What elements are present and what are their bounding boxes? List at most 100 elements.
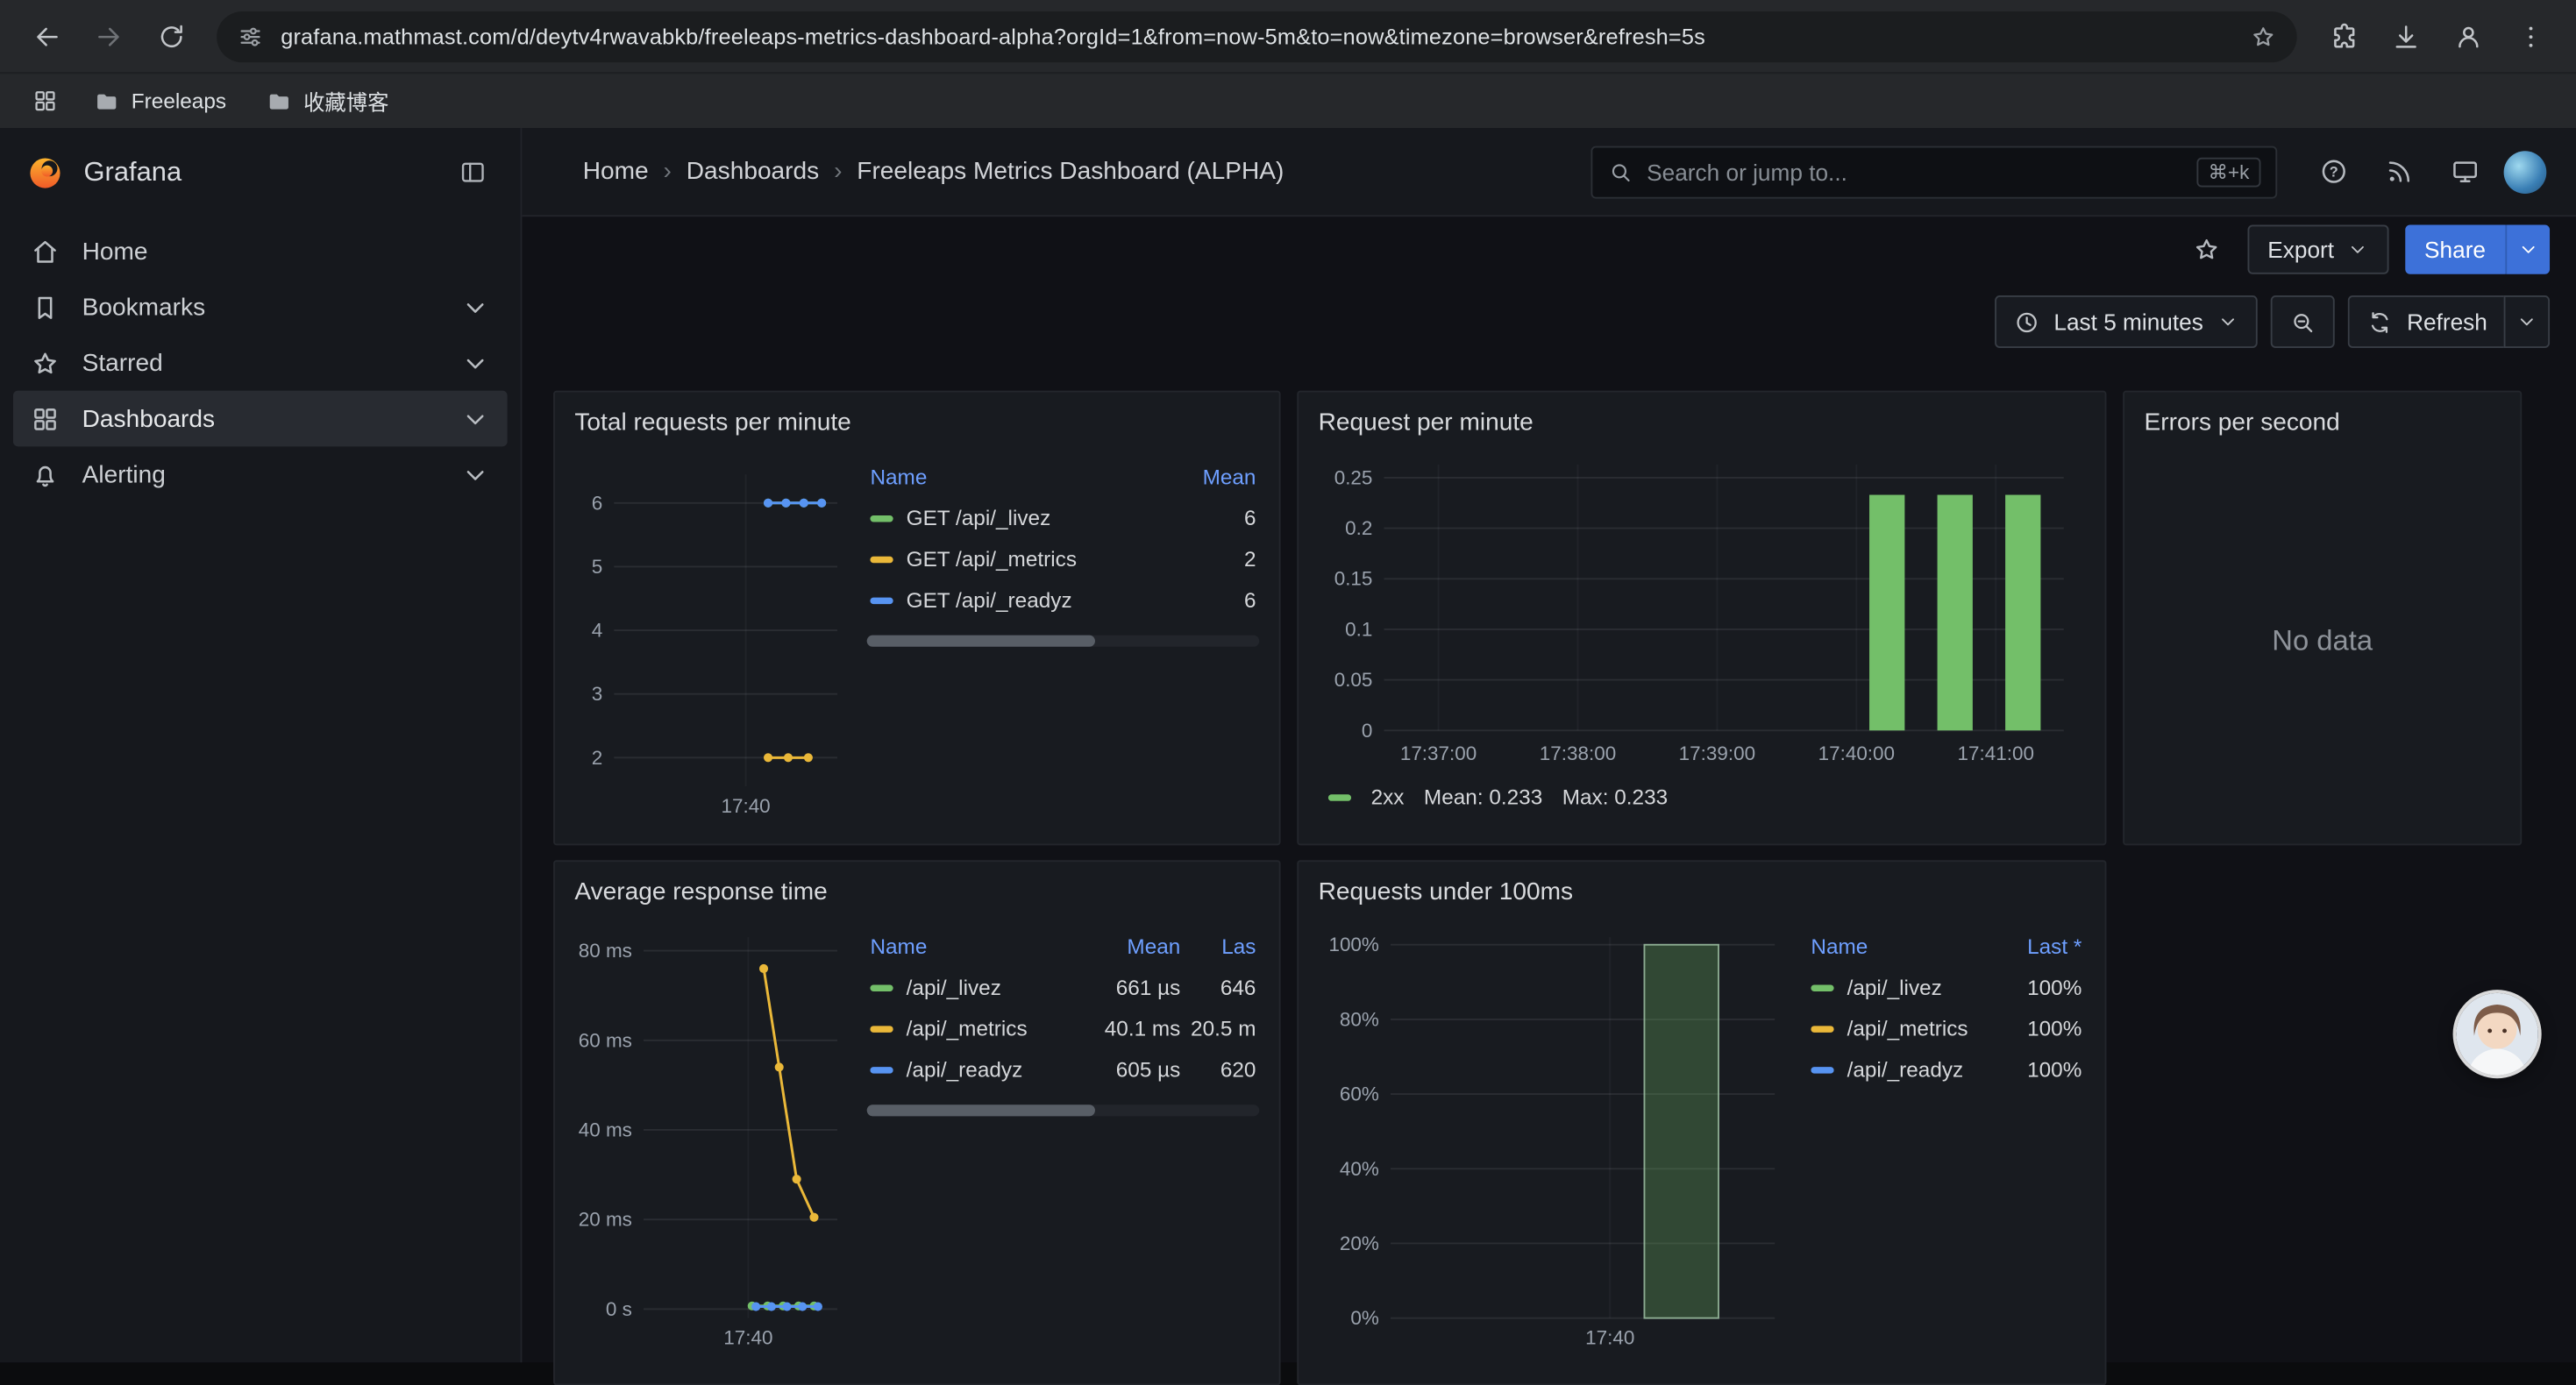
series-color-swatch bbox=[870, 984, 893, 991]
legend-header: NameMeanLas bbox=[864, 924, 1263, 967]
profile-icon bbox=[2452, 20, 2484, 52]
share-dropdown-button[interactable] bbox=[2505, 225, 2550, 274]
no-data-message: No data bbox=[2141, 451, 2504, 831]
search-input[interactable] bbox=[1647, 159, 2183, 185]
svg-text:0.25: 0.25 bbox=[1334, 466, 1373, 488]
legend-row[interactable]: GET /api/_livez6 bbox=[864, 497, 1263, 538]
zoom-out-button[interactable] bbox=[2271, 295, 2335, 348]
requests-under-100ms-chart[interactable]: 100%80%60%40%20%0%17:40 bbox=[1315, 920, 1791, 1357]
breadcrumb-home[interactable]: Home bbox=[583, 158, 649, 186]
panel-title[interactable]: Total requests per minute bbox=[572, 407, 1263, 439]
legend-column-las[interactable]: Las bbox=[1180, 934, 1256, 958]
legend-row[interactable]: /api/_metrics100% bbox=[1804, 1008, 2089, 1049]
legend-scrollbar[interactable] bbox=[867, 1104, 1260, 1116]
legend-scrollbar[interactable] bbox=[867, 636, 1260, 647]
home-icon bbox=[30, 236, 61, 267]
panel-average-response-time: Average response time 80 ms60 ms40 ms20 … bbox=[553, 860, 1281, 1385]
legend-row[interactable]: /api/_readyz100% bbox=[1804, 1049, 2089, 1090]
legend-table: NameMeanLas/api/_livez661 µs646/api/_met… bbox=[864, 920, 1263, 1116]
help-button[interactable]: ? bbox=[2307, 146, 2359, 198]
chevron-down-icon[interactable] bbox=[459, 291, 491, 323]
export-button[interactable]: Export bbox=[2248, 225, 2388, 274]
panel-title[interactable]: Requests under 100ms bbox=[1315, 877, 2089, 909]
tv-mode-button[interactable] bbox=[2438, 146, 2491, 198]
avatar-illustration bbox=[2456, 993, 2538, 1076]
search-box[interactable]: ⌘+k bbox=[1590, 146, 2277, 198]
sidebar: Grafana Home Bookmarks Starred bbox=[0, 128, 522, 1362]
time-controls: Last 5 minutes Refresh bbox=[1995, 295, 2550, 348]
sidebar-item-dashboards[interactable]: Dashboards bbox=[13, 391, 508, 447]
user-avatar[interactable] bbox=[2504, 150, 2547, 193]
panel-total-requests-per-minute: Total requests per minute 6543217:40 Nam… bbox=[553, 391, 1281, 846]
series-name[interactable]: 2xx bbox=[1371, 785, 1405, 809]
svg-text:80%: 80% bbox=[1340, 1008, 1379, 1030]
legend-column-last-[interactable]: Last * bbox=[1977, 934, 2082, 958]
sidebar-item-starred[interactable]: Starred bbox=[13, 335, 508, 391]
total-requests-chart[interactable]: 6543217:40 bbox=[572, 451, 850, 826]
legend-row[interactable]: /api/_livez100% bbox=[1804, 967, 2089, 1008]
forward-button[interactable] bbox=[79, 6, 138, 65]
panel-requests-under-100ms: Requests under 100ms 100%80%60%40%20%0%1… bbox=[1297, 860, 2106, 1385]
legend-row[interactable]: /api/_readyz605 µs620 bbox=[864, 1049, 1263, 1090]
panel-title[interactable]: Average response time bbox=[572, 877, 1263, 909]
back-button[interactable] bbox=[17, 6, 75, 65]
download-icon bbox=[2389, 20, 2421, 52]
legend-row[interactable]: /api/_livez661 µs646 bbox=[864, 967, 1263, 1008]
legend-row[interactable]: GET /api/_readyz6 bbox=[864, 579, 1263, 621]
svg-text:3: 3 bbox=[592, 683, 603, 705]
dashboards-icon bbox=[30, 403, 61, 435]
star-icon bbox=[2192, 235, 2222, 265]
time-range-picker[interactable]: Last 5 minutes bbox=[1995, 295, 2258, 348]
svg-text:17:40:00: 17:40:00 bbox=[1818, 742, 1895, 764]
svg-text:0%: 0% bbox=[1350, 1307, 1378, 1329]
share-button[interactable]: Share bbox=[2405, 225, 2506, 274]
legend-row[interactable]: /api/_metrics40.1 ms20.5 m bbox=[864, 1008, 1263, 1049]
svg-text:20%: 20% bbox=[1340, 1232, 1379, 1254]
downloads-button[interactable] bbox=[2376, 6, 2435, 65]
sidebar-item-alerting[interactable]: Alerting bbox=[13, 446, 508, 502]
zoom-out-icon bbox=[2288, 308, 2316, 336]
news-button[interactable] bbox=[2373, 146, 2425, 198]
refresh-interval-dropdown[interactable] bbox=[2504, 295, 2550, 348]
sidebar-collapse-button[interactable] bbox=[448, 148, 497, 197]
chevron-down-icon[interactable] bbox=[459, 347, 491, 379]
sidebar-item-bookmarks[interactable]: Bookmarks bbox=[13, 279, 508, 335]
panel-title[interactable]: Errors per second bbox=[2141, 407, 2504, 439]
apps-grid-button[interactable] bbox=[19, 78, 68, 124]
legend-column-name[interactable]: Name bbox=[870, 934, 1075, 958]
bookmark-star-icon[interactable] bbox=[2249, 22, 2277, 50]
favorite-star-button[interactable] bbox=[2182, 225, 2231, 274]
request-per-minute-chart[interactable]: 0.250.20.150.10.05017:37:0017:38:0017:39… bbox=[1315, 451, 2087, 773]
bookmark-shoucang-boke[interactable]: 收藏博客 bbox=[251, 80, 403, 123]
series-color-swatch bbox=[870, 556, 893, 562]
chevron-down-icon[interactable] bbox=[459, 458, 491, 490]
screen: grafana.mathmast.com/d/deytv4rwavabkb/fr… bbox=[0, 0, 2576, 1362]
extensions-button[interactable] bbox=[2313, 6, 2372, 65]
bookmark-freeleaps[interactable]: Freeleaps bbox=[79, 80, 241, 123]
series-color-swatch bbox=[1328, 793, 1351, 799]
legend-column-mean[interactable]: Mean bbox=[1076, 934, 1181, 958]
star-icon bbox=[30, 347, 61, 379]
address-bar[interactable]: grafana.mathmast.com/d/deytv4rwavabkb/fr… bbox=[217, 11, 2296, 61]
profile-button[interactable] bbox=[2438, 6, 2497, 65]
reload-button[interactable] bbox=[141, 6, 200, 65]
breadcrumb-dashboards[interactable]: Dashboards bbox=[687, 158, 819, 186]
chevron-down-icon[interactable] bbox=[459, 403, 491, 435]
legend-column-mean[interactable]: Mean bbox=[1151, 464, 1256, 488]
site-settings-icon[interactable] bbox=[237, 22, 265, 50]
search-shortcut-kbd: ⌘+k bbox=[2196, 157, 2260, 187]
legend-column-name[interactable]: Name bbox=[870, 464, 1150, 488]
legend-row[interactable]: GET /api/_metrics2 bbox=[864, 538, 1263, 579]
panel-title[interactable]: Request per minute bbox=[1315, 407, 2089, 439]
browser-menu-button[interactable] bbox=[2501, 6, 2559, 65]
grafana-logo bbox=[26, 153, 64, 191]
share-button-group: Share bbox=[2405, 225, 2550, 274]
dashboard-canvas: Last 5 minutes Refresh Total requests bbox=[522, 282, 2576, 1362]
legend-column-name[interactable]: Name bbox=[1811, 934, 1976, 958]
breadcrumb-current: Freeleaps Metrics Dashboard (ALPHA) bbox=[857, 158, 1284, 186]
sidebar-item-home[interactable]: Home bbox=[13, 224, 508, 280]
svg-text:17:37:00: 17:37:00 bbox=[1400, 742, 1477, 764]
chat-widget-avatar[interactable] bbox=[2456, 993, 2538, 1076]
average-response-time-chart[interactable]: 80 ms60 ms40 ms20 ms0 s17:40 bbox=[572, 920, 850, 1357]
refresh-button[interactable]: Refresh bbox=[2348, 295, 2504, 348]
